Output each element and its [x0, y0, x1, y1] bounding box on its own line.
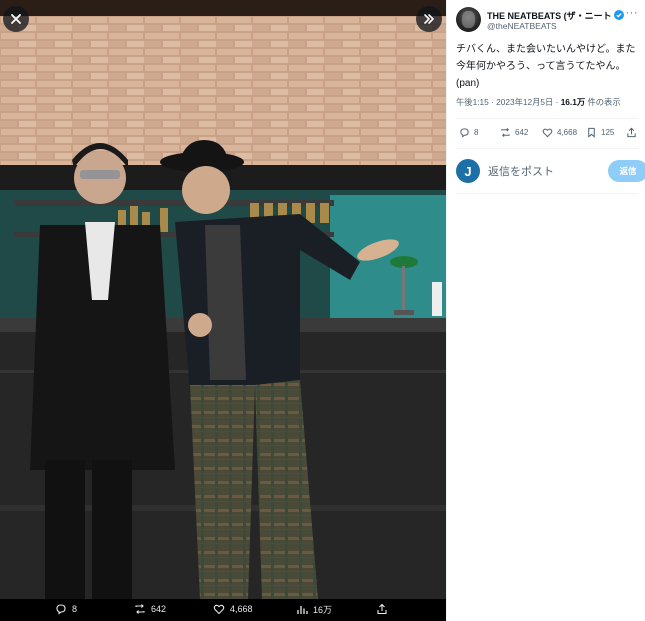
media-viewer: 8 642 4,668 16万 — [0, 0, 446, 621]
reply-count: 8 — [474, 128, 479, 137]
tweet-views-count: 16.1万 — [560, 97, 586, 107]
author-display-name: THE NEATBEATS (ザ・ニート — [487, 11, 612, 21]
divider — [456, 118, 638, 119]
like-button[interactable]: 4,668 — [542, 127, 577, 138]
reply-input[interactable]: 返信をポスト — [488, 163, 554, 179]
bar-chart-icon — [297, 605, 308, 614]
current-user-avatar[interactable]: J — [456, 159, 480, 183]
tweet-photo — [0, 0, 446, 599]
bookmark-icon — [588, 127, 595, 138]
repost-count: 642 — [515, 128, 529, 137]
media-action-bar: 8 642 4,668 16万 — [0, 599, 446, 621]
expand-panel-button[interactable] — [416, 6, 442, 32]
tweet-text: チバくん、また会いたいんやけど。また今年何かやろう、って言うてたやん。(pan) — [456, 44, 636, 89]
media-views-count: 16万 — [313, 605, 333, 615]
media-share-button[interactable] — [376, 603, 388, 615]
author-avatar[interactable] — [456, 7, 481, 32]
heart-icon — [213, 604, 225, 615]
media-views-button[interactable]: 16万 — [296, 603, 332, 616]
close-button[interactable] — [3, 6, 29, 32]
repost-icon — [135, 604, 145, 614]
divider — [456, 148, 638, 149]
chevron-double-right-icon — [424, 14, 434, 24]
repost-button[interactable]: 642 — [500, 127, 528, 138]
reply-composer: J 返信をポスト 返信 — [456, 156, 645, 186]
close-icon — [11, 14, 21, 24]
heart-icon — [542, 128, 553, 138]
repost-icon — [501, 128, 510, 137]
tweet-panel: THE NEATBEATS (ザ・ニート @theNEATBEATS ··· チ… — [446, 0, 645, 621]
author-handle[interactable]: @theNEATBEATS — [487, 21, 557, 31]
share-icon — [377, 603, 387, 615]
media-like-count: 4,668 — [230, 604, 253, 614]
tweet-author: THE NEATBEATS (ザ・ニート @theNEATBEATS ··· — [456, 7, 642, 33]
reply-icon — [56, 604, 66, 615]
media-like-button[interactable]: 4,668 — [213, 603, 253, 615]
tweet-actions: 8 642 4,668 125 — [456, 121, 638, 145]
verified-badge-icon — [613, 10, 624, 20]
bookmark-button[interactable]: 125 — [586, 127, 614, 138]
reply-icon — [460, 128, 469, 138]
tweet-timestamp[interactable]: 午後1:15 · 2023年12月5日 · — [456, 97, 561, 107]
media-reply-count: 8 — [72, 604, 78, 614]
share-icon — [627, 127, 636, 138]
media-repost-button[interactable]: 642 — [134, 603, 166, 615]
media-reply-button[interactable]: 8 — [55, 603, 77, 615]
tweet-views-label: 件の表示 — [585, 97, 621, 107]
tweet-meta: 午後1:15 · 2023年12月5日 · 16.1万 件の表示 — [456, 96, 621, 108]
like-count: 4,668 — [557, 128, 578, 137]
reply-submit-button[interactable]: 返信 — [608, 160, 645, 182]
bookmark-count: 125 — [601, 128, 615, 137]
divider — [456, 193, 638, 194]
reply-button[interactable]: 8 — [459, 127, 478, 138]
share-button[interactable] — [626, 127, 637, 138]
media-repost-count: 642 — [151, 604, 167, 614]
more-options-icon[interactable]: ··· — [626, 7, 639, 19]
